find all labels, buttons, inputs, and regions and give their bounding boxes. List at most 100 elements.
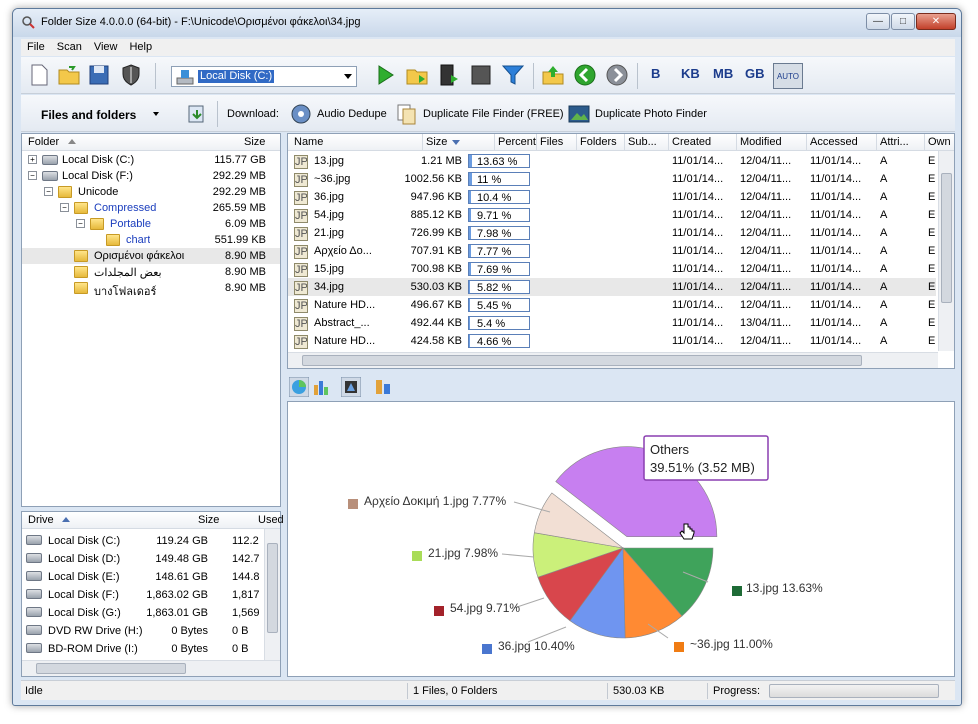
drive-row[interactable]: Local Disk (F:) 1,863.02 GB 1,817: [22, 586, 280, 604]
unit-bytes-button[interactable]: B: [651, 66, 660, 81]
scan-drive-icon[interactable]: [437, 63, 461, 87]
file-column-header[interactable]: Attri...: [880, 136, 909, 148]
drive-select[interactable]: Local Disk (C:): [171, 66, 357, 87]
audio-dedupe-icon[interactable]: [289, 102, 313, 126]
file-column-header[interactable]: Sub...: [628, 136, 657, 148]
size-column-header[interactable]: Size: [198, 514, 219, 526]
file-own: E: [928, 317, 936, 329]
file-column-header[interactable]: Percent: [498, 136, 536, 148]
play-scan-icon[interactable]: [373, 63, 397, 87]
folder-row[interactable]: Ορισμένοι φάκελοι 8.90 MB: [22, 248, 280, 264]
menu-file[interactable]: File: [21, 39, 51, 56]
file-row[interactable]: JPG Abstract_... 492.44 KB 5.4 % 11/01/14...…: [288, 314, 936, 332]
percent-bar: 5.45 %: [468, 298, 530, 312]
drive-row[interactable]: DVD RW Drive (H:) 0 Bytes 0 B: [22, 622, 280, 640]
forward-arrow-icon[interactable]: [605, 63, 629, 87]
folder-row[interactable]: บางโฟลเดอร์ 8.90 MB: [22, 280, 280, 298]
open-folder-icon[interactable]: [57, 63, 81, 87]
size-column-header[interactable]: Size: [244, 136, 265, 148]
folder-row[interactable]: − Local Disk (F:) 292.29 MB: [22, 168, 280, 184]
bar-chart-icon[interactable]: [311, 377, 331, 397]
file-vertical-scrollbar[interactable]: [938, 151, 954, 351]
file-row[interactable]: JPG 36.jpg 947.96 KB 10.4 % 11/01/14... 12/04…: [288, 188, 936, 206]
drive-row[interactable]: BD-ROM Drive (I:) 0 Bytes 0 B: [22, 640, 280, 658]
duplicate-file-finder-link[interactable]: Duplicate File Finder (FREE): [423, 108, 564, 120]
drive-column-header[interactable]: Drive: [28, 514, 54, 526]
drive-row[interactable]: Local Disk (D:) 149.48 GB 142.7: [22, 550, 280, 568]
jpg-file-icon: JPG: [294, 335, 308, 349]
file-column-header[interactable]: Accessed: [810, 136, 858, 148]
drive-vertical-scrollbar[interactable]: [264, 529, 280, 660]
save-icon[interactable]: [87, 63, 111, 87]
folder-row[interactable]: بعض المجلدات 8.90 MB: [22, 264, 280, 280]
toolbar-separator: [533, 63, 534, 89]
audio-dedupe-link[interactable]: Audio Dedupe: [317, 108, 387, 120]
parent-folder-icon[interactable]: [541, 63, 565, 87]
file-name: 15.jpg: [314, 263, 344, 275]
file-column-header[interactable]: Own: [928, 136, 951, 148]
filter-icon[interactable]: [501, 63, 525, 87]
file-column-header[interactable]: Folders: [580, 136, 617, 148]
file-column-header[interactable]: Created: [672, 136, 711, 148]
chevron-down-icon[interactable]: [344, 74, 352, 79]
chart-options-icon[interactable]: [373, 377, 393, 397]
download-icon[interactable]: [185, 102, 209, 126]
chevron-down-icon[interactable]: [153, 112, 159, 116]
files-folders-dropdown[interactable]: Files and folders: [41, 108, 136, 122]
3d-chart-icon[interactable]: [341, 377, 361, 397]
file-column-header[interactable]: Files: [540, 136, 563, 148]
folder-row[interactable]: − Unicode 292.29 MB: [22, 184, 280, 200]
column-divider: [576, 134, 577, 150]
drive-horizontal-scrollbar[interactable]: [22, 660, 280, 676]
drive-row[interactable]: Local Disk (E:) 148.61 GB 144.8: [22, 568, 280, 586]
file-row[interactable]: JPG 34.jpg 530.03 KB 5.82 % 11/01/14... 12/04…: [288, 278, 936, 296]
file-row[interactable]: JPG Nature HD... 424.58 KB 4.66 % 11/01/14..…: [288, 332, 936, 350]
shield-icon[interactable]: [119, 63, 143, 87]
expand-toggle-icon[interactable]: −: [76, 219, 85, 228]
unit-auto-button[interactable]: AUTO: [773, 63, 803, 89]
file-row[interactable]: JPG ~36.jpg 1002.56 KB 11 % 11/01/14... 12/04…: [288, 170, 936, 188]
used-column-header[interactable]: Used: [258, 514, 284, 526]
back-arrow-icon[interactable]: [573, 63, 597, 87]
file-column-header[interactable]: Size: [426, 136, 447, 148]
drive-row[interactable]: Local Disk (G:) 1,863.01 GB 1,569: [22, 604, 280, 622]
file-horizontal-scrollbar[interactable]: [288, 352, 938, 368]
file-row[interactable]: JPG 54.jpg 885.12 KB 9.71 % 11/01/14... 12/04…: [288, 206, 936, 224]
folder-row[interactable]: − Portable 6.09 MB: [22, 216, 280, 232]
file-row[interactable]: JPG 15.jpg 700.98 KB 7.69 % 11/01/14... 12/04…: [288, 260, 936, 278]
expand-toggle-icon[interactable]: +: [28, 155, 37, 164]
expand-toggle-icon[interactable]: −: [28, 171, 37, 180]
scan-folder-icon[interactable]: [405, 63, 429, 87]
expand-toggle-icon[interactable]: −: [44, 187, 53, 196]
folder-row[interactable]: chart 551.99 KB: [22, 232, 280, 248]
file-column-header[interactable]: Modified: [740, 136, 782, 148]
maximize-button[interactable]: □: [891, 13, 915, 30]
file-column-header[interactable]: Name: [294, 136, 323, 148]
unit-kb-button[interactable]: KB: [681, 66, 700, 81]
close-button[interactable]: ✕: [916, 13, 956, 30]
menu-help[interactable]: Help: [123, 39, 158, 56]
folder-column-header[interactable]: Folder: [28, 136, 59, 148]
expand-toggle-icon[interactable]: −: [60, 203, 69, 212]
stop-icon[interactable]: [469, 63, 493, 87]
file-row[interactable]: JPG Αρχείο Δο... 707.91 KB 7.77 % 11/01/14..…: [288, 242, 936, 260]
duplicate-photo-icon[interactable]: [567, 102, 591, 126]
file-name: Nature HD...: [314, 335, 376, 347]
folder-row[interactable]: − Compressed 265.59 MB: [22, 200, 280, 216]
pie-chart-icon[interactable]: [289, 377, 309, 397]
minimize-button[interactable]: —: [866, 13, 890, 30]
drive-row[interactable]: Local Disk (C:) 119.24 GB 112.2: [22, 532, 280, 550]
menu-view[interactable]: View: [88, 39, 124, 56]
file-row[interactable]: JPG Nature HD... 496.67 KB 5.45 % 11/01/14..…: [288, 296, 936, 314]
file-row[interactable]: JPG 13.jpg 1.21 MB 13.63 % 11/01/14... 12/04/…: [288, 152, 936, 170]
file-row[interactable]: JPG 21.jpg 726.99 KB 7.98 % 11/01/14... 12/04…: [288, 224, 936, 242]
unit-mb-button[interactable]: MB: [713, 66, 733, 81]
unit-gb-button[interactable]: GB: [745, 66, 765, 81]
menu-scan[interactable]: Scan: [51, 39, 88, 56]
jpg-file-icon: JPG: [294, 281, 308, 295]
folder-row[interactable]: + Local Disk (C:) 115.77 GB: [22, 152, 280, 168]
duplicate-file-icon[interactable]: [395, 102, 419, 126]
duplicate-photo-finder-link[interactable]: Duplicate Photo Finder: [595, 108, 707, 120]
new-document-icon[interactable]: [27, 63, 51, 87]
drive-size: 119.24 GB: [156, 535, 208, 547]
